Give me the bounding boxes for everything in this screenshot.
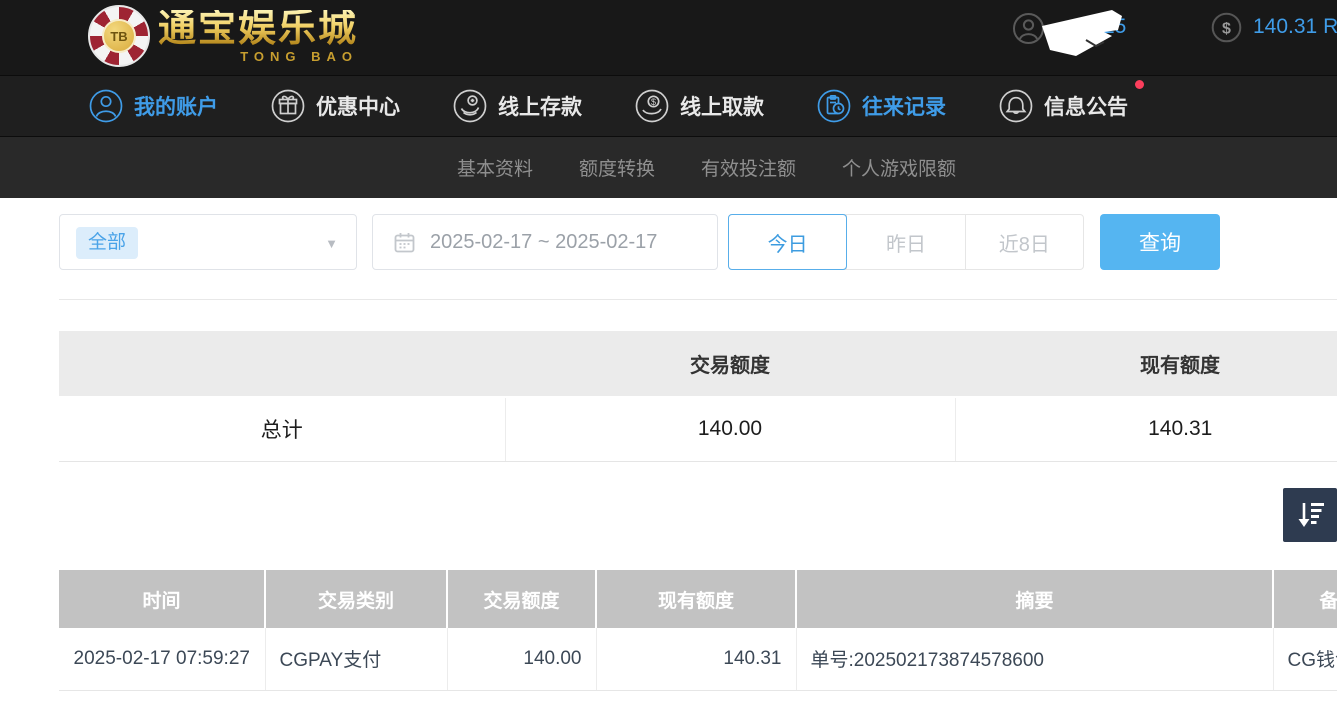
- gift-icon: [270, 88, 306, 124]
- summary-header-row: 交易额度 现有额度: [59, 331, 1337, 397]
- cell-balance: 140.31: [596, 628, 796, 690]
- cell-amount: 140.00: [447, 628, 596, 690]
- site-title: 通宝娱乐城: [158, 10, 358, 48]
- nav-label: 我的账户: [134, 91, 218, 121]
- yesterday-button[interactable]: 昨日: [846, 215, 964, 269]
- subnav-item-game-limits[interactable]: 个人游戏限额: [842, 154, 956, 181]
- header-balance: 现有额度: [596, 570, 796, 628]
- selected-type-chip[interactable]: 全部: [76, 227, 138, 259]
- last-8-days-button[interactable]: 近8日: [965, 215, 1083, 269]
- section-divider: [59, 299, 1337, 300]
- quick-date-button-group: 今日 昨日 近8日: [728, 214, 1084, 270]
- nav-item-withdraw[interactable]: $ 线上取款: [634, 88, 764, 124]
- summary-header-balance: 现有额度: [955, 331, 1337, 397]
- summary-header-trade-amount: 交易额度: [505, 331, 955, 397]
- bell-icon: [998, 88, 1034, 124]
- deposit-icon: [452, 88, 488, 124]
- notification-dot: [1135, 80, 1144, 89]
- user-icon: [88, 88, 124, 124]
- nav-label: 往来记录: [862, 91, 946, 121]
- chevron-down-icon: ▼: [325, 236, 338, 251]
- casino-chip-icon: TB: [88, 5, 150, 67]
- transaction-type-select[interactable]: 全部 ▼: [59, 214, 357, 270]
- header-type: 交易类别: [265, 570, 447, 628]
- balance-amount: 140.31 RMB: [1253, 15, 1337, 39]
- nav-item-transaction-records[interactable]: 往来记录: [816, 88, 946, 124]
- nav-label: 线上取款: [680, 91, 764, 121]
- header-remark: 备注: [1273, 570, 1337, 628]
- chip-monogram: TB: [102, 19, 136, 53]
- date-range-value: 2025-02-17 ~ 2025-02-17: [430, 231, 657, 254]
- calendar-icon: [393, 231, 416, 254]
- cell-remark: CG钱包: [1273, 628, 1337, 690]
- cell-time: 2025-02-17 07:59:27: [59, 628, 265, 690]
- transactions-table: 时间 交易类别 交易额度 现有额度 摘要 备注 2025-02-17 07:59…: [59, 570, 1337, 691]
- nav-label: 优惠中心: [316, 91, 400, 121]
- summary-total-row: 总计 140.00 140.31: [59, 397, 1337, 461]
- nav-item-promotions[interactable]: 优惠中心: [270, 88, 400, 124]
- header-summary: 摘要: [796, 570, 1273, 628]
- account-subnav: 基本资料 额度转换 有效投注额 个人游戏限额: [0, 137, 1337, 198]
- top-bar: TB 通宝娱乐城 TONG BAO 25 $ 140.31 RMB: [0, 0, 1337, 75]
- summary-total-label: 总计: [59, 397, 505, 461]
- subnav-item-credit-transfer[interactable]: 额度转换: [579, 154, 655, 181]
- summary-total-trade-amount: 140.00: [505, 397, 955, 461]
- balance-currency: RMB: [1323, 15, 1337, 38]
- site-subtitle: TONG BAO: [158, 50, 358, 63]
- svg-text:$: $: [651, 97, 656, 107]
- transactions-header-row: 时间 交易类别 交易额度 现有额度 摘要 备注: [59, 570, 1337, 628]
- nav-item-announcements[interactable]: 信息公告: [998, 88, 1128, 124]
- date-range-input[interactable]: 2025-02-17 ~ 2025-02-17: [372, 214, 718, 270]
- query-button[interactable]: 查询: [1100, 214, 1220, 270]
- summary-header-empty: [59, 331, 505, 397]
- transaction-row: 2025-02-17 07:59:27 CGPAY支付 140.00 140.3…: [59, 628, 1337, 690]
- summary-table: 交易额度 现有额度 总计 140.00 140.31: [59, 331, 1337, 462]
- dollar-icon: $: [1211, 12, 1242, 48]
- cell-type: CGPAY支付: [265, 628, 447, 690]
- header-time: 时间: [59, 570, 265, 628]
- today-button[interactable]: 今日: [728, 214, 847, 270]
- records-icon: [816, 88, 852, 124]
- site-logo[interactable]: TB 通宝娱乐城 TONG BAO: [88, 5, 358, 67]
- header-amount: 交易额度: [447, 570, 596, 628]
- nav-label: 信息公告: [1044, 91, 1128, 121]
- nav-label: 线上存款: [498, 91, 582, 121]
- nav-item-my-account[interactable]: 我的账户: [88, 88, 218, 124]
- subnav-item-valid-bets[interactable]: 有效投注额: [701, 154, 796, 181]
- sort-descending-icon: [1293, 498, 1327, 532]
- cell-summary: 单号:202502173874578600: [796, 628, 1273, 690]
- username-redaction-scribble: [1040, 8, 1136, 62]
- sort-descending-button[interactable]: [1283, 488, 1337, 542]
- withdraw-icon: $: [634, 88, 670, 124]
- main-navigation: 我的账户 优惠中心 线上存款 $ 线上取款: [0, 75, 1337, 137]
- nav-item-deposit[interactable]: 线上存款: [452, 88, 582, 124]
- svg-text:$: $: [1222, 21, 1231, 38]
- subnav-item-basic-info[interactable]: 基本资料: [457, 154, 533, 181]
- summary-total-balance: 140.31: [955, 397, 1337, 461]
